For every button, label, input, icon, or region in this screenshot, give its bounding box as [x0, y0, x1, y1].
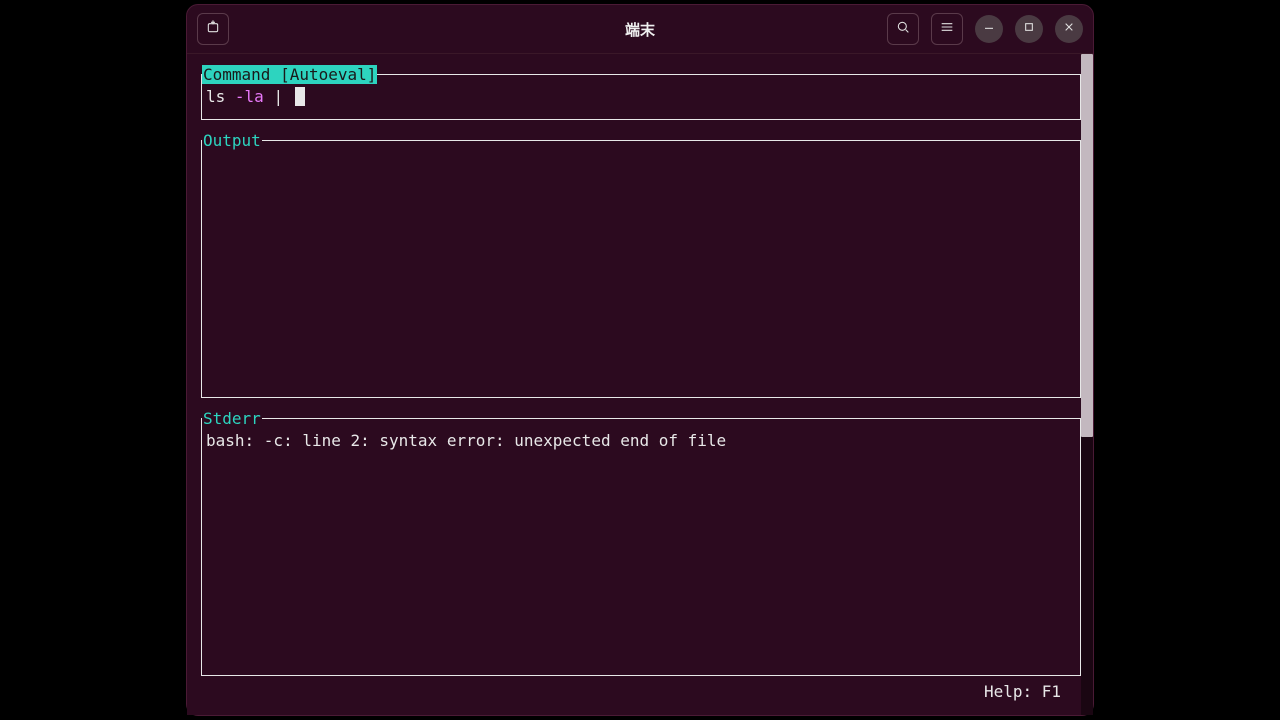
- output-panel-label: Output: [202, 131, 262, 150]
- command-token-tail: |: [264, 87, 293, 106]
- help-text: Help: F1: [984, 682, 1061, 701]
- stderr-content: bash: -c: line 2: syntax error: unexpect…: [206, 431, 1076, 450]
- terminal-window: 端末: [186, 4, 1094, 716]
- maximize-icon: [1021, 19, 1037, 39]
- command-token-ls: ls: [206, 87, 225, 106]
- workspace: 端末: [0, 0, 1280, 720]
- titlebar: 端末: [187, 5, 1093, 53]
- new-tab-icon: [205, 19, 221, 39]
- hamburger-icon: [939, 19, 955, 39]
- window-title: 端末: [625, 19, 655, 40]
- close-button[interactable]: [1055, 15, 1083, 43]
- output-panel: Output: [201, 140, 1081, 398]
- search-button[interactable]: [887, 13, 919, 45]
- cursor-block: [295, 87, 305, 106]
- command-input[interactable]: ls -la |: [206, 87, 1076, 106]
- stderr-panel-label: Stderr: [202, 409, 262, 428]
- scrollbar-thumb[interactable]: [1081, 54, 1093, 437]
- minimize-button[interactable]: [975, 15, 1003, 43]
- terminal-body[interactable]: Command [Autoeval] ls -la | Output Stder…: [187, 53, 1093, 715]
- command-token-flag: -la: [235, 87, 264, 106]
- maximize-button[interactable]: [1015, 15, 1043, 43]
- new-tab-button[interactable]: [197, 13, 229, 45]
- close-icon: [1061, 19, 1077, 39]
- command-panel: Command [Autoeval] ls -la |: [201, 74, 1081, 120]
- stderr-panel: Stderr bash: -c: line 2: syntax error: u…: [201, 418, 1081, 676]
- scrollbar-track[interactable]: [1081, 54, 1093, 715]
- minimize-icon: [981, 19, 997, 39]
- search-icon: [895, 19, 911, 39]
- command-panel-label: Command [Autoeval]: [202, 65, 377, 84]
- menu-button[interactable]: [931, 13, 963, 45]
